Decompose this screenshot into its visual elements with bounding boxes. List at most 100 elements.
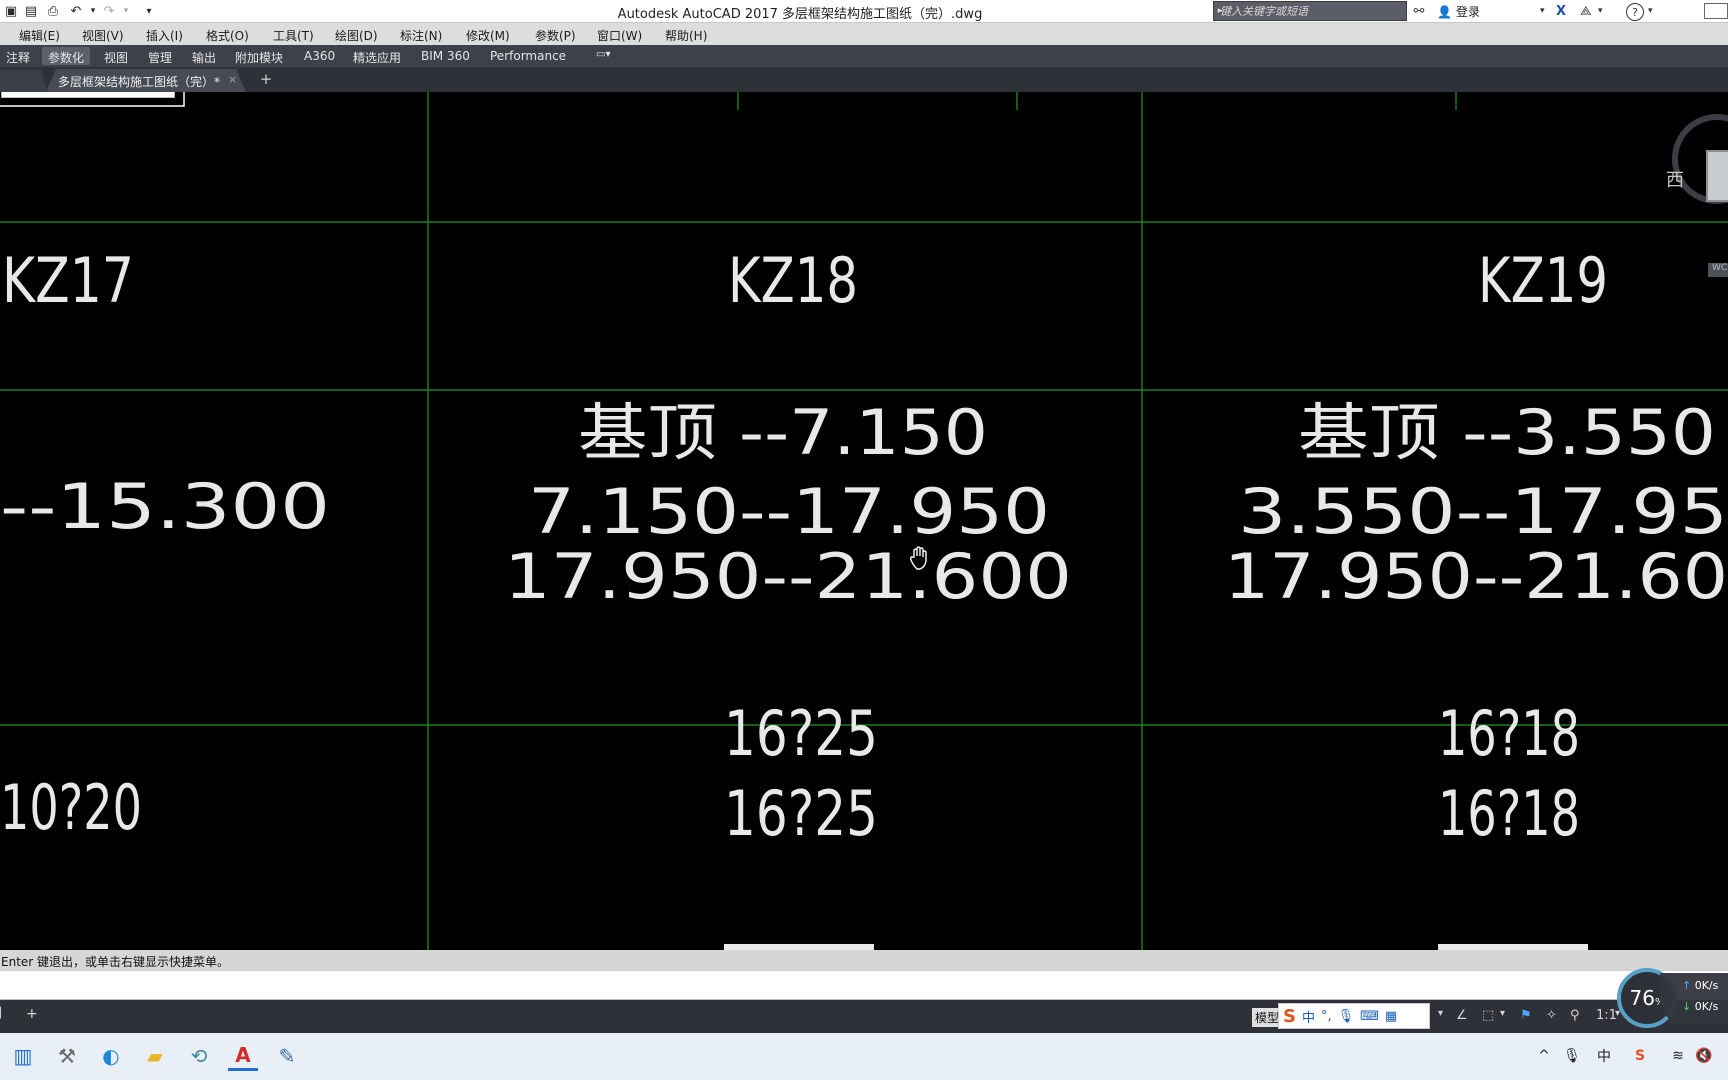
column-name-kz19: KZ19 (1478, 244, 1608, 317)
autocad-taskbar-icon[interactable]: A (228, 1041, 258, 1071)
help-dropdown-icon[interactable]: ▾ (1648, 2, 1653, 20)
command-input[interactable] (0, 970, 1728, 1000)
selection-cycling-icon[interactable]: ⬚ (1482, 1008, 1494, 1023)
add-layout-icon[interactable]: + (26, 1006, 38, 1022)
save-icon[interactable]: ▤ (22, 2, 40, 20)
tab-parametric[interactable]: 参数化 (42, 47, 91, 65)
tab-manage[interactable]: 管理 (142, 47, 178, 65)
ime-mic-icon[interactable]: 🎙 (1338, 1009, 1355, 1024)
elevation-kz18-3: 17.950--21.600 (504, 540, 1072, 613)
redo-icon[interactable]: ↷ (100, 2, 118, 20)
ime-language-toggle[interactable]: 中 (1302, 1007, 1315, 1026)
statusbar-dropdown-icon[interactable]: ▾ (1438, 1008, 1443, 1019)
help-icon[interactable]: ? (1626, 3, 1644, 21)
tray-ime-icon[interactable]: 中 (1594, 1046, 1614, 1066)
annotation-scale-icon[interactable]: ⚲ (1570, 1008, 1580, 1023)
exchange-apps-icon[interactable]: X (1556, 2, 1566, 20)
print-icon[interactable]: ⎙ (44, 2, 62, 20)
tray-mic-icon[interactable]: 🎙 (1562, 1046, 1582, 1066)
ime-toolbar[interactable]: S 中 °, 🎙 ⌨ ▦ (1278, 1003, 1430, 1029)
ribbon-minimize-icon[interactable]: ▭▾ (590, 47, 616, 65)
tools-app-icon[interactable]: ⚒ (52, 1041, 82, 1071)
elevation-kz17-1: --15.300 (0, 470, 330, 543)
menu-tools[interactable]: 工具(T) (273, 27, 314, 44)
auto-scale-icon[interactable]: ✧ (1546, 1008, 1557, 1023)
search-input[interactable] (1213, 1, 1407, 21)
menu-parametric[interactable]: 参数(P) (535, 27, 576, 44)
login-label: 登录 (1455, 5, 1480, 19)
tab-a360[interactable]: A360 (298, 47, 341, 65)
a360-dropdown-icon[interactable]: ▾ (1598, 2, 1603, 20)
tray-expand-icon[interactable]: ^ (1534, 1046, 1554, 1066)
rebar-kz18-1: 16?25 (724, 697, 878, 770)
user-icon: 👤 (1437, 4, 1452, 19)
menu-modify[interactable]: 修改(M) (466, 27, 510, 44)
wifi-icon[interactable]: ≋ (1668, 1046, 1688, 1066)
rebar-kz17-1: 10?20 (0, 771, 142, 844)
annotation-visibility-icon[interactable]: ⚑ (1520, 1008, 1532, 1023)
rebar-kz19-1: 16?18 (1438, 697, 1580, 770)
rebar-kz19-2: 16?18 (1438, 777, 1580, 850)
menu-bar: 编辑(E) 视图(V) 插入(I) 格式(O) 工具(T) 绘图(D) 标注(N… (0, 23, 1728, 45)
tab-performance[interactable]: Performance (484, 47, 572, 65)
redo-dropdown-icon[interactable]: ▾ (117, 2, 135, 20)
menu-window[interactable]: 窗口(W) (597, 27, 642, 44)
ime-punctuation-icon[interactable]: °, (1321, 1009, 1332, 1024)
download-speed: 0K/s (1694, 1000, 1719, 1013)
windows-start-icon[interactable]: ▥ (8, 1041, 38, 1071)
menu-view[interactable]: 视图(V) (82, 27, 124, 44)
elevation-kz19-1: 基顶 --3.550 (1298, 396, 1716, 469)
tab-bim360[interactable]: BIM 360 (415, 47, 476, 65)
ribbon-tab-bar: 注释 参数化 视图 管理 输出 附加模块 A360 精选应用 BIM 360 P… (0, 45, 1728, 67)
login-dropdown-icon[interactable]: ▾ (1540, 2, 1545, 20)
tab-featured-apps[interactable]: 精选应用 (347, 47, 407, 65)
menu-insert[interactable]: 插入(I) (146, 27, 183, 44)
viewcube-face[interactable] (1706, 150, 1728, 202)
a360-icon[interactable]: ⟁ (1580, 2, 1592, 20)
tray-sogou-icon[interactable]: S (1630, 1046, 1650, 1066)
edge-browser-icon[interactable]: ◐ (96, 1041, 126, 1071)
file-explorer-icon[interactable]: ▰ (140, 1041, 170, 1071)
volume-muted-icon[interactable]: 🔇 (1694, 1046, 1714, 1066)
binoculars-icon[interactable]: ⚯ (1410, 2, 1428, 20)
menu-dimension[interactable]: 标注(N) (400, 27, 442, 44)
close-tab-icon[interactable]: × (228, 73, 237, 86)
viewcube-west-label[interactable]: 西 (1666, 166, 1684, 192)
annotation-scale-value[interactable]: 1:1 (1596, 1008, 1617, 1023)
column-name-kz17: KZ17 (2, 244, 134, 317)
tab-view[interactable]: 视图 (98, 47, 134, 65)
snap-angle-icon[interactable]: ∠ (1456, 1008, 1468, 1023)
customize-quickaccess-icon[interactable]: ▾ (140, 2, 158, 20)
ime-keyboard-icon[interactable]: ⌨ (1360, 1009, 1379, 1024)
search-expand-icon[interactable]: ▸ (1214, 2, 1226, 20)
upload-speed: 0K/s (1694, 979, 1719, 992)
document-tab[interactable]: 多层框架结构施工图纸（完）* × (46, 69, 246, 92)
menu-format[interactable]: 格式(O) (206, 27, 249, 44)
rebar-kz18-2: 16?25 (724, 777, 878, 850)
new-tab-button[interactable]: + (256, 71, 276, 88)
status-bar: ▏ + 模型 S 中 °, 🎙 ⌨ ▦ ▾ ∠ ⬚ ▾ ⚑ ✧ ⚲ 1:1 ▾ (0, 1000, 1728, 1033)
drawing-canvas[interactable]: KZ17 --15.300 10?20 KZ18 基顶 --7.150 7.15… (0, 92, 1728, 950)
undo-icon[interactable]: ↶ (67, 2, 85, 20)
selection-dropdown-icon[interactable]: ▾ (1500, 1008, 1505, 1019)
start-tab[interactable] (0, 70, 47, 92)
layout-tab-scroll-icon[interactable]: ▏ (0, 1008, 8, 1019)
tab-addins[interactable]: 附加模块 (229, 47, 289, 65)
network-speed-panel: ↑ 0K/s ↓ 0K/s (1660, 973, 1728, 1025)
ime-menu-icon[interactable]: ▦ (1385, 1009, 1397, 1024)
menu-edit[interactable]: 编辑(E) (19, 27, 60, 44)
file-tab-bar: 多层框架结构施工图纸（完）* × + (0, 67, 1728, 92)
app-menu-icon[interactable]: ▣ (2, 2, 20, 20)
notes-app-icon[interactable]: ✎ (272, 1041, 302, 1071)
sogou-logo-icon[interactable]: S (1283, 1006, 1296, 1027)
elevation-kz19-2: 3.550--17.95 (1238, 475, 1728, 548)
menu-help[interactable]: 帮助(H) (665, 27, 707, 44)
sync-app-icon[interactable]: ⟲ (184, 1041, 214, 1071)
tab-output[interactable]: 输出 (186, 47, 222, 65)
elevation-kz18-1: 基顶 --7.150 (578, 396, 988, 469)
wcs-menu[interactable]: WC (1708, 263, 1728, 277)
login-button[interactable]: 👤 登录 (1437, 3, 1480, 20)
tab-annotate[interactable]: 注释 (0, 47, 36, 65)
window-restore-icon[interactable] (1704, 3, 1728, 19)
menu-draw[interactable]: 绘图(D) (335, 27, 378, 44)
